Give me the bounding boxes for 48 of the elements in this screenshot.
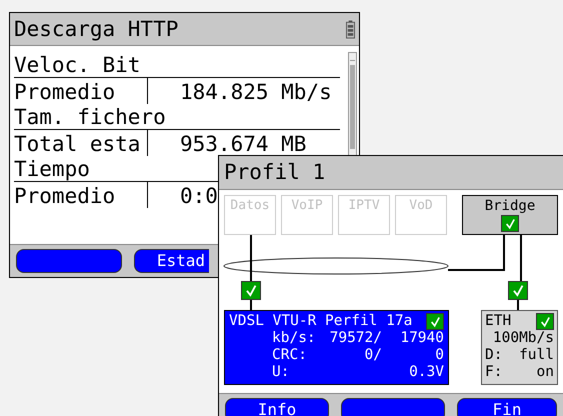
section-heading: Tam. fichero — [14, 105, 166, 129]
checkmark-icon — [244, 284, 258, 298]
row-value: 0/ — [364, 347, 382, 364]
section-heading: Tiempo — [14, 157, 90, 181]
checked-checkbox[interactable] — [508, 281, 528, 300]
row-label: Promedio — [14, 80, 116, 104]
window-title: Profil 1 — [224, 162, 326, 183]
row-value: full — [519, 347, 554, 364]
row-label: U: — [272, 364, 290, 381]
action-button[interactable]: Info — [225, 398, 329, 416]
connector-line — [517, 300, 519, 310]
row-value: 0.3V — [408, 364, 444, 381]
battery-icon — [346, 20, 355, 38]
action-button[interactable]: Estad — [134, 249, 209, 273]
checkmark-icon — [538, 316, 552, 328]
checked-checkbox[interactable] — [241, 281, 261, 300]
checked-checkbox[interactable] — [426, 313, 444, 330]
connector-line — [448, 235, 505, 271]
row-value: 17940 — [399, 330, 444, 347]
action-button[interactable]: Fin — [457, 398, 557, 416]
bridge-label: Bridge — [484, 199, 536, 213]
panel-title: VDSL VTU-R Perfil 17a — [229, 313, 412, 330]
checkmark-icon — [510, 284, 526, 298]
row-value: 184.825 Mb/s — [180, 80, 332, 104]
checked-checkbox[interactable] — [536, 313, 554, 330]
panel-title: ETH — [485, 313, 512, 330]
blank-button[interactable] — [16, 249, 122, 273]
bridge-box[interactable]: Bridge — [462, 195, 558, 235]
row-value: 79572/ — [330, 330, 382, 347]
window-title: Descarga HTTP — [14, 18, 178, 40]
row-value: 0:0 — [180, 184, 218, 208]
row-label: D: — [485, 347, 502, 364]
row-label: CRC: — [272, 347, 308, 364]
checkmark-icon — [428, 316, 442, 328]
row-label: Promedio — [14, 184, 116, 208]
row-value: 100Mb/s — [492, 330, 554, 347]
connector-line — [520, 235, 522, 281]
row-value: 0 — [434, 347, 444, 364]
row-label: Total esta — [14, 132, 140, 156]
checked-checkbox[interactable] — [501, 215, 519, 232]
row-label: kb/s: — [272, 330, 317, 347]
row-value: 953.674 MB — [180, 132, 306, 156]
section-heading: Veloc. Bit — [14, 53, 140, 77]
row-value: on — [536, 364, 554, 381]
scrollbar[interactable] — [348, 52, 357, 158]
checkmark-icon — [504, 218, 516, 230]
connector-line — [250, 235, 252, 281]
row-label: F: — [485, 364, 502, 381]
